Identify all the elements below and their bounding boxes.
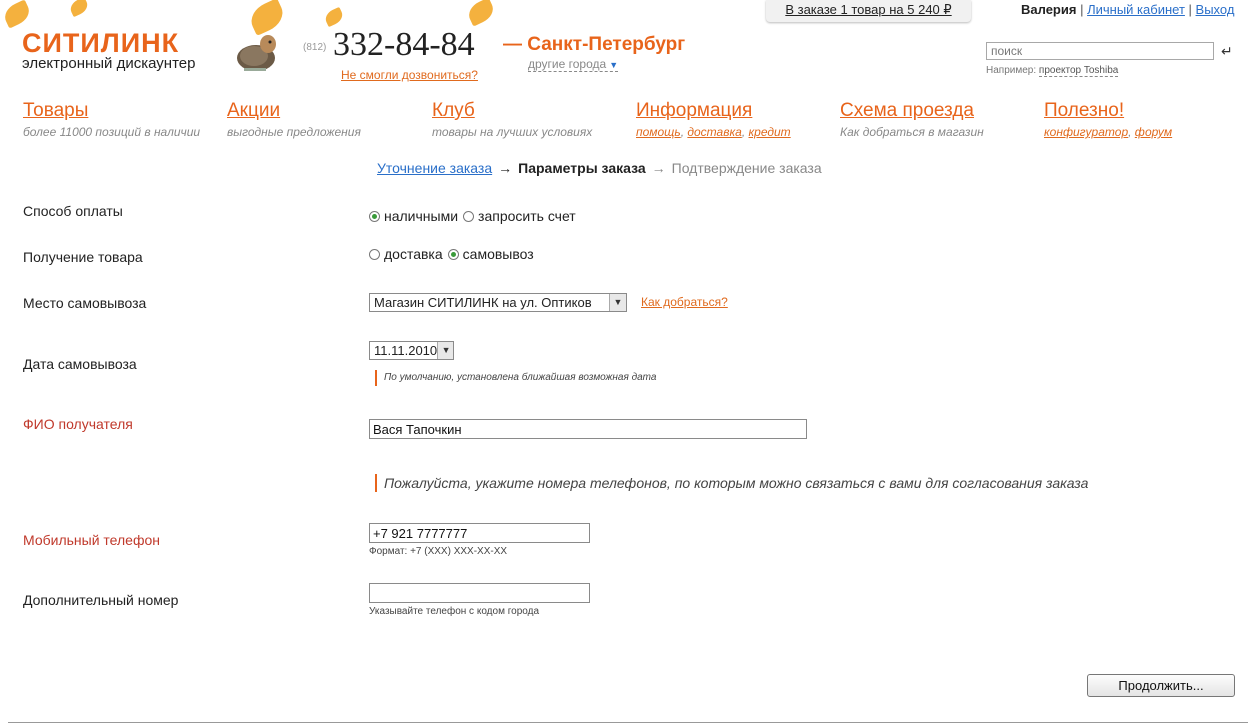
radio-checked[interactable]: [369, 210, 380, 222]
phones-note: Пожалуйста, укажите номера телефонов, по…: [375, 474, 1088, 492]
step-order-params: Параметры заказа: [518, 160, 646, 176]
breadcrumb: Уточнение заказа → Параметры заказа → Подтве…: [377, 160, 822, 176]
extra-phone-hint: Указывайте телефон с кодом города: [369, 606, 540, 617]
nav-sub-goods: более 11000 позиций в наличии: [23, 125, 201, 139]
autumn-leaf-decoration: [322, 6, 346, 28]
divider: [8, 722, 1248, 723]
cart-summary[interactable]: В заказе 1 товар на 5 240 ₽: [766, 0, 971, 22]
logo-subtitle: электронный дискаунтер: [22, 55, 196, 72]
how-to-get-link[interactable]: Как добраться?: [641, 295, 728, 309]
nav-item-route: Схема проезда Как добраться в магазин: [840, 100, 984, 139]
logout-link[interactable]: Выход: [1196, 2, 1235, 17]
extra-phone-label: Дополнительный номер: [23, 592, 179, 608]
nav-title-info[interactable]: Информация: [636, 100, 791, 122]
pickup-date-select[interactable]: 11.11.2010 ▼: [369, 341, 454, 360]
payment-radio-group: наличными запросить счет: [369, 208, 581, 224]
pickup-place-label: Место самовывоза: [23, 295, 147, 311]
payment-invoice-label: запросить счет: [478, 208, 576, 224]
mobile-label: Мобильный телефон: [23, 532, 160, 548]
search-input[interactable]: [986, 42, 1214, 60]
payment-label: Способ оплаты: [23, 203, 123, 219]
separator: |: [1080, 2, 1084, 17]
nav-item-info: Информация помощь, доставка, кредит: [636, 100, 791, 139]
pickup-date-note: По умолчанию, установлена ближайшая возм…: [375, 370, 656, 386]
continue-button[interactable]: Продолжить...: [1087, 674, 1235, 697]
nav-item-promo: Акции выгодные предложения: [227, 100, 361, 139]
nav-sub-useful: конфигуратор, форум: [1044, 125, 1173, 139]
step-refine-order[interactable]: Уточнение заказа: [377, 160, 492, 176]
receive-delivery-label: доставка: [384, 246, 443, 262]
nav-title-route[interactable]: Схема проезда: [840, 100, 984, 122]
extra-phone-input[interactable]: [369, 583, 590, 603]
enter-icon[interactable]: ↵: [1221, 43, 1233, 60]
separator: |: [1188, 2, 1192, 17]
search-hint-example[interactable]: проектор Toshiba: [1038, 65, 1119, 77]
hedgehog-icon: [237, 35, 276, 71]
nav-item-useful: Полезно! конфигуратор, форум: [1044, 100, 1172, 139]
phone-code: (812): [303, 42, 327, 53]
receive-label: Получение товара: [23, 249, 143, 265]
pickup-date-value: 11.11.2010: [374, 343, 438, 358]
cart-summary-text: В заказе 1 товар на 5 240 ₽: [785, 2, 952, 17]
receive-pickup-option[interactable]: самовывоз: [447, 246, 534, 262]
other-cities-dropdown[interactable]: другие города ▼: [528, 57, 619, 72]
autumn-leaf-decoration: [67, 0, 91, 18]
nav-link-help[interactable]: помощь: [636, 125, 681, 139]
autumn-leaf-decoration: [464, 0, 498, 27]
arrow-right-icon: →: [498, 160, 513, 176]
fio-input[interactable]: [369, 419, 807, 439]
nav-link-delivery[interactable]: доставка: [687, 125, 741, 139]
chevron-down-icon: ▼: [609, 60, 619, 70]
receive-delivery-option[interactable]: доставка: [369, 246, 443, 262]
pickup-place-select[interactable]: Магазин СИТИЛИНК на ул. Оптиков ▼: [369, 293, 627, 312]
nav-title-promo[interactable]: Акции: [227, 100, 361, 122]
city-name: — Санкт-Петербург: [503, 34, 686, 55]
pickup-place-value: Магазин СИТИЛИНК на ул. Оптиков: [374, 295, 592, 310]
radio-unchecked[interactable]: [463, 210, 475, 222]
other-cities-label: другие города: [528, 57, 607, 71]
nav-title-goods[interactable]: Товары: [23, 100, 200, 122]
nav-link-forum[interactable]: форум: [1135, 125, 1172, 139]
fio-label: ФИО получателя: [23, 416, 133, 432]
search-hint: Например: проектор Toshiba: [986, 65, 1119, 77]
nav-item-goods: Товары более 11000 позиций в наличии: [23, 100, 200, 139]
user-bar: Валерия | Личный кабинет | Выход: [1021, 2, 1234, 17]
receive-radio-group: доставка самовывоз: [369, 246, 539, 262]
chevron-down-icon[interactable]: ▼: [609, 294, 626, 311]
cabinet-link[interactable]: Личный кабинет: [1087, 2, 1185, 17]
payment-invoice-option[interactable]: запросить счет: [463, 208, 576, 224]
nav-title-club[interactable]: Клуб: [432, 100, 592, 122]
step-confirm-order: Подтверждение заказа: [671, 160, 822, 176]
radio-checked[interactable]: [447, 248, 459, 260]
phone-number: 332-84-84: [333, 26, 475, 63]
mobile-format-hint: Формат: +7 (XXX) XXX-XX-XX: [369, 546, 508, 557]
user-name: Валерия: [1021, 2, 1077, 17]
callback-link[interactable]: Не смогли дозвониться?: [341, 68, 478, 82]
nav-link-configurator[interactable]: конфигуратор: [1044, 125, 1128, 139]
nav-title-useful[interactable]: Полезно!: [1044, 100, 1172, 122]
receive-pickup-label: самовывоз: [462, 246, 534, 262]
nav-link-credit[interactable]: кредит: [749, 125, 791, 139]
nav-sub-club: товары на лучших условиях: [432, 125, 593, 139]
nav-sub-info: помощь, доставка, кредит: [636, 125, 791, 139]
arrow-right-icon: →: [651, 160, 666, 176]
nav-sub-promo: выгодные предложения: [227, 125, 361, 139]
autumn-leaf-decoration: [0, 0, 34, 29]
radio-unchecked[interactable]: [369, 248, 380, 260]
payment-cash-option[interactable]: наличными: [369, 208, 458, 224]
chevron-down-icon[interactable]: ▼: [437, 342, 453, 359]
search-hint-prefix: Например:: [986, 65, 1037, 76]
autumn-leaf-decoration: [246, 0, 288, 36]
nav-item-club: Клуб товары на лучших условиях: [432, 100, 592, 139]
mobile-input[interactable]: [369, 523, 590, 543]
nav-sub-route: Как добраться в магазин: [840, 125, 984, 139]
payment-cash-label: наличными: [384, 208, 459, 224]
pickup-date-label: Дата самовывоза: [23, 356, 137, 372]
